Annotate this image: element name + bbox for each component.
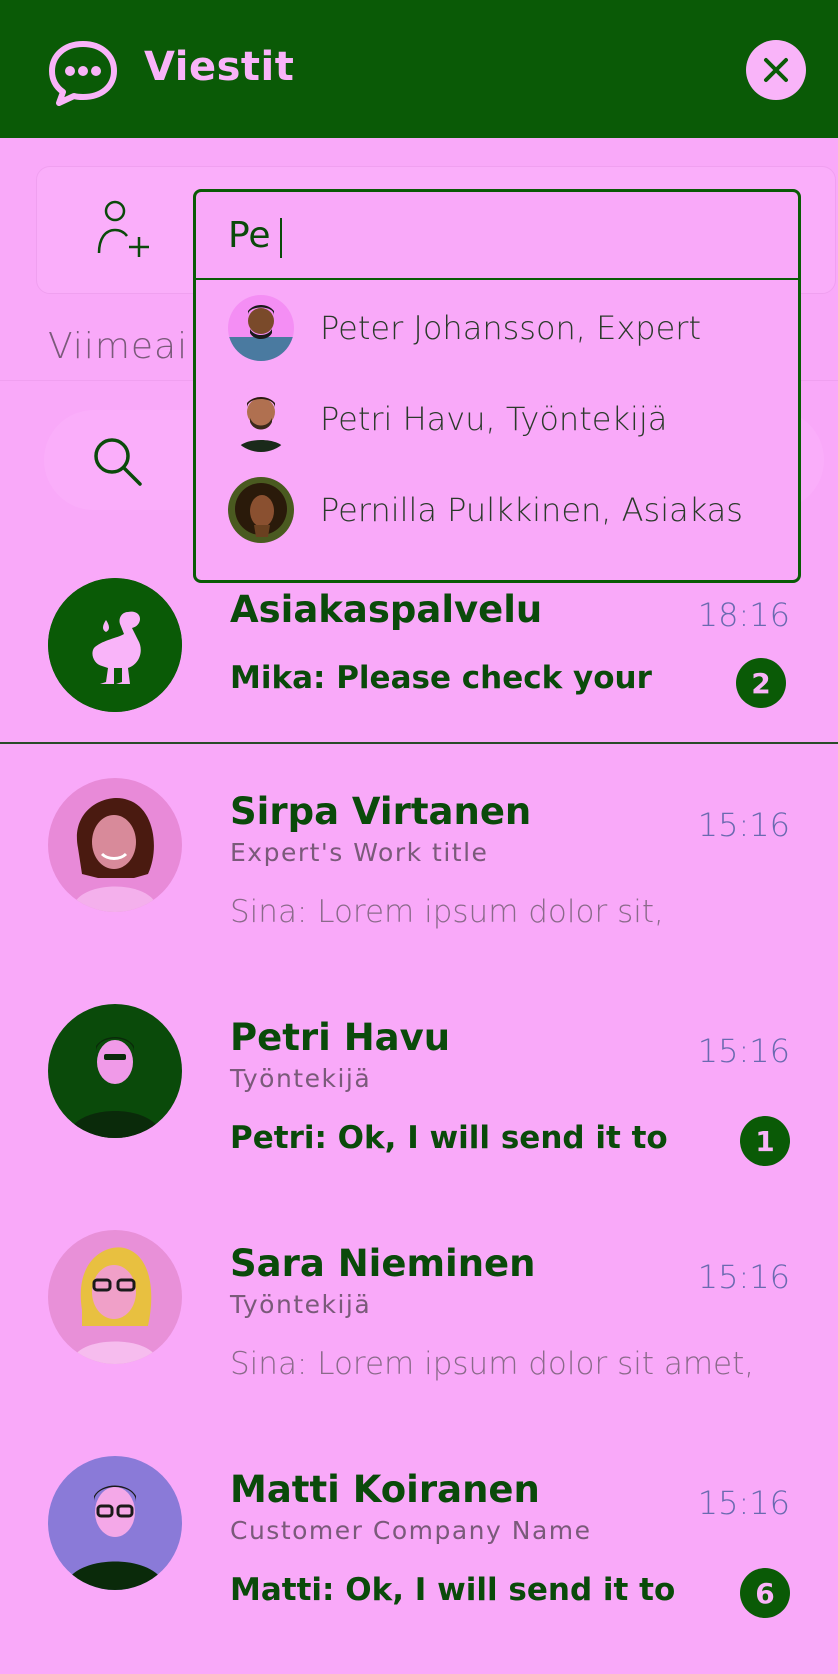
avatar: [48, 778, 182, 912]
conversation-time: 15:16: [697, 1484, 790, 1522]
conversation-time: 15:16: [697, 806, 790, 844]
conversation-preview: Petri: Ok, I will send it to: [230, 1120, 668, 1156]
search-icon[interactable]: [88, 432, 148, 492]
recipient-search-input[interactable]: [196, 192, 798, 280]
unread-badge: 1: [740, 1116, 790, 1166]
app-title: Viestit: [144, 44, 295, 90]
suggestion-item[interactable]: Petri Havu, Työntekijä: [196, 373, 798, 464]
conversation-preview: Matti: Ok, I will send it to: [230, 1572, 676, 1608]
text-caret: [280, 218, 282, 258]
conversation-name: Sirpa Virtanen: [230, 790, 532, 833]
section-label: Viimeai: [48, 326, 189, 367]
conversation-name: Matti Koiranen: [230, 1468, 540, 1511]
avatar: [228, 476, 294, 543]
conversation-item[interactable]: Sirpa Virtanen Expert's Work title 15:16…: [0, 770, 838, 970]
suggestion-label: Pernilla Pulkkinen, Asiakas: [320, 490, 743, 529]
conversation-subtitle: Työntekijä: [230, 1064, 372, 1093]
suggestion-label: Petri Havu, Työntekijä: [320, 399, 668, 438]
chat-bubble-icon: [48, 40, 118, 106]
conversation-item[interactable]: Petri Havu Työntekijä 15:16 Petri: Ok, I…: [0, 996, 838, 1196]
conversation-time: 15:16: [697, 1258, 790, 1296]
add-user-button[interactable]: [86, 190, 162, 266]
conversation-subtitle: Työntekijä: [230, 1290, 372, 1319]
add-user-icon: [97, 200, 149, 257]
goose-logo-icon: [48, 578, 182, 712]
avatar: [48, 1004, 182, 1138]
app-header: Viestit: [0, 0, 838, 138]
conversation-item[interactable]: Matti Koiranen Customer Company Name 15:…: [0, 1448, 838, 1648]
unread-badge: 6: [740, 1568, 790, 1618]
close-button[interactable]: [746, 40, 806, 100]
conversation-name: Asiakaspalvelu: [230, 588, 543, 631]
recipient-autocomplete: Peter Johansson, Expert Petri Havu, Työn…: [193, 189, 801, 583]
divider: [0, 742, 838, 744]
unread-badge: 2: [736, 658, 786, 708]
conversation-subtitle: Expert's Work title: [230, 838, 489, 867]
suggestion-label: Peter Johansson, Expert: [320, 308, 701, 347]
close-icon: [764, 58, 788, 82]
avatar: [48, 1230, 182, 1364]
avatar: [48, 1456, 182, 1590]
suggestion-item[interactable]: Pernilla Pulkkinen, Asiakas: [196, 464, 798, 555]
conversation-preview: Sina: Lorem ipsum dolor sit amet,: [230, 1346, 755, 1382]
conversation-preview: Sina: Lorem ipsum dolor sit,: [230, 894, 664, 930]
conversation-preview: Mika: Please check your: [230, 660, 652, 696]
conversation-item[interactable]: Asiakaspalvelu 18:16 Mika: Please check …: [0, 560, 838, 740]
avatar: [228, 385, 294, 452]
conversation-time: 18:16: [697, 596, 790, 634]
conversation-subtitle: Customer Company Name: [230, 1516, 592, 1545]
conversation-name: Sara Nieminen: [230, 1242, 536, 1285]
suggestion-item[interactable]: Peter Johansson, Expert: [196, 282, 798, 373]
suggestion-list: Peter Johansson, Expert Petri Havu, Työn…: [196, 282, 798, 555]
conversation-name: Petri Havu: [230, 1016, 451, 1059]
avatar: [228, 294, 294, 361]
conversation-time: 15:16: [697, 1032, 790, 1070]
conversation-item[interactable]: Sara Nieminen Työntekijä 15:16 Sina: Lor…: [0, 1222, 838, 1422]
